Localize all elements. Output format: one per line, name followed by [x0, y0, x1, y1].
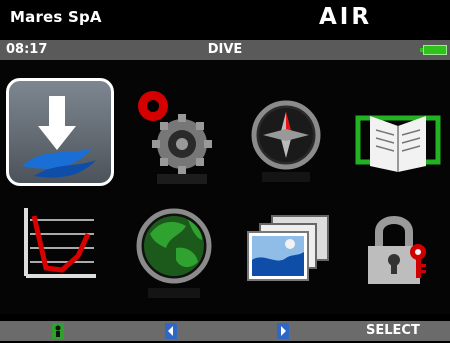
compass-icon	[251, 100, 321, 182]
brand-name: Mares SpA	[10, 8, 102, 26]
download-icon	[22, 96, 96, 178]
battery-full-icon	[420, 45, 447, 55]
softkey-1[interactable]	[52, 323, 64, 339]
status-bar: 08:17 DIVE	[0, 40, 450, 60]
mode-label: AIR	[319, 4, 373, 30]
right-arrow-icon	[277, 323, 289, 339]
menu-item-settings[interactable]	[118, 60, 230, 184]
select-softkey[interactable]: SELECT	[366, 323, 420, 338]
dive-computer-screen: Mares SpA AIR 08:17 DIVE SELECT	[0, 0, 450, 341]
softkey-right[interactable]	[277, 323, 289, 339]
top-header: Mares SpA AIR	[0, 0, 450, 40]
left-arrow-icon	[165, 323, 177, 339]
lock-icon	[368, 216, 426, 284]
main-menu-grid	[0, 60, 450, 314]
menu-item-lock[interactable]	[346, 186, 450, 298]
logbook-icon	[355, 115, 441, 172]
dive-profile-chart-icon	[24, 208, 96, 278]
photo-gallery-icon	[247, 215, 329, 281]
menu-item-photos[interactable]	[232, 186, 344, 298]
menu-item-dive-profile[interactable]	[0, 186, 112, 298]
softkey-bar: SELECT	[0, 321, 450, 341]
settings-gears-icon	[138, 91, 212, 184]
globe-icon	[136, 208, 212, 298]
menu-item-compass[interactable]	[232, 60, 344, 182]
menu-item-download[interactable]	[0, 60, 114, 186]
screen-title: DIVE	[207, 42, 243, 57]
menu-item-globe[interactable]	[118, 186, 230, 298]
menu-item-logbook[interactable]	[346, 60, 450, 172]
softkey-left[interactable]	[165, 323, 177, 339]
diver-icon	[52, 323, 64, 339]
